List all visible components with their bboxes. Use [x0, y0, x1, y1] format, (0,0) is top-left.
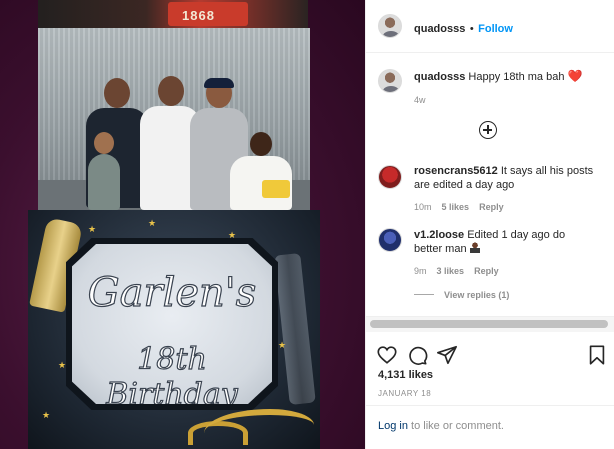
add-comment-icon[interactable] [479, 121, 497, 139]
post-panel: quadosss • Follow quadosss Happy 18th ma… [365, 0, 614, 449]
heart-emoji: ❤️ [567, 69, 583, 83]
photo-booth-picture [38, 28, 310, 210]
comment-likes[interactable]: 3 likes [437, 266, 465, 276]
comment-avatar[interactable] [378, 165, 402, 189]
comment-likes[interactable]: 5 likes [442, 202, 470, 212]
login-link[interactable]: Log in [378, 420, 408, 432]
avatar[interactable] [378, 14, 402, 38]
gold-ribbon [204, 409, 314, 449]
birthday-sign-photo: ★ ★ ★ ★ ★ ★ Garlen's 18th Birthday [28, 210, 320, 449]
heart-icon[interactable] [376, 344, 398, 366]
comment-1: rosencrans5612 It says all his posts are… [414, 164, 604, 212]
jersey: 1868 [168, 2, 248, 26]
person-emoji-icon [469, 242, 480, 253]
comment-2: v1.2loose Edited 1 day ago do better man… [414, 228, 589, 300]
jersey-number: 1868 [182, 8, 215, 23]
comment-meta: 9m 3 likes Reply [414, 266, 589, 276]
caption-username[interactable]: quadosss [414, 71, 465, 83]
comment-icon[interactable] [406, 344, 428, 366]
caption-time[interactable]: 4w [414, 95, 604, 105]
child-1 [84, 132, 124, 210]
follow-button[interactable]: Follow [478, 23, 513, 35]
bookmark-icon[interactable] [586, 344, 608, 366]
post-actions: 4,131 likes JANUARY 18 Log in to like or… [366, 336, 614, 448]
caption: quadosss Happy 18th ma bah ❤️ 4w [414, 69, 604, 105]
sign-birthday: 18th Birthday [106, 341, 239, 412]
header-username[interactable]: quadosss [414, 23, 465, 35]
login-prompt-text: to like or comment. [411, 420, 504, 432]
header-text: quadosss • Follow [414, 19, 513, 37]
scrollbar-thumb[interactable] [370, 320, 608, 328]
reply-button[interactable]: Reply [479, 202, 504, 212]
caption-avatar[interactable] [378, 69, 402, 93]
photo-strip-top: 1868 [38, 0, 308, 28]
likes-count[interactable]: 4,131 likes [378, 369, 433, 381]
share-icon[interactable] [436, 344, 458, 366]
view-replies-label[interactable]: View replies (1) [444, 290, 509, 300]
sign-board: Garlen's 18th Birthday [72, 244, 272, 404]
comment-time[interactable]: 10m [414, 202, 432, 212]
reply-button[interactable]: Reply [474, 266, 499, 276]
comment-time[interactable]: 9m [414, 266, 427, 276]
post-header: quadosss • Follow [366, 0, 614, 53]
comments-section[interactable]: quadosss Happy 18th ma bah ❤️ 4w rosencr… [366, 53, 614, 322]
comment-meta: 10m 5 likes Reply [414, 202, 604, 212]
post-image[interactable]: 1868 ★ ★ ★ ★ ★ ★ Garlen's 18th Birthday [0, 0, 365, 449]
divider-line [414, 294, 434, 295]
comment-username[interactable]: rosencrans5612 [414, 165, 498, 177]
view-replies-button[interactable]: View replies (1) [414, 290, 589, 300]
post-date[interactable]: JANUARY 18 [378, 389, 431, 398]
child-2 [224, 132, 296, 210]
login-prompt: Log in to like or comment. [366, 405, 614, 448]
comment-username[interactable]: v1.2loose [414, 229, 464, 241]
comment-avatar[interactable] [378, 228, 402, 252]
sign-name: Garlen's [87, 269, 257, 316]
separator-dot: • [469, 23, 474, 35]
champagne-glass [274, 253, 316, 405]
caption-text: Happy 18th ma bah [468, 71, 565, 83]
